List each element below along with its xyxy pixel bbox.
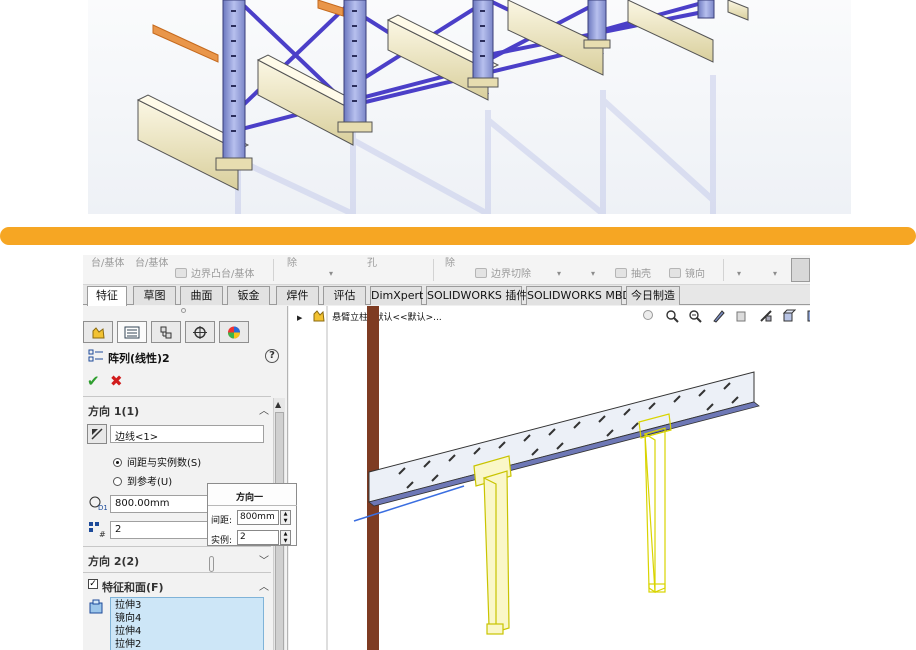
help-icon[interactable]: ?	[265, 349, 279, 363]
tab-solidworks-mbd[interactable]: SOLIDWORKS MBD	[526, 286, 631, 305]
panel-grip-handle[interactable]	[181, 308, 186, 313]
features-list-box[interactable]: 拉伸3 镜向4 拉伸4 拉伸2	[110, 597, 264, 650]
chevron-down-icon[interactable]: ▾	[737, 269, 741, 278]
tab-dimxpert-manager[interactable]	[185, 321, 215, 343]
configuration-icon	[158, 326, 174, 339]
cmd-shell[interactable]: 抽壳	[615, 265, 651, 280]
section-divider	[83, 572, 271, 573]
tab-features[interactable]: 特征	[87, 286, 127, 306]
radio-dot	[113, 477, 122, 486]
spacing-dimension-icon: D1	[87, 494, 108, 512]
tab-weldments[interactable]: 焊件	[276, 286, 319, 305]
solidworks-window: 台/基体 台/基体 边界凸台/基体 除 ▾ 孔 除 边界切除 ▾ ▾ 抽壳 镜向…	[83, 255, 810, 650]
features-faces-checkbox[interactable]: ✓	[88, 579, 98, 589]
boundary-cut-icon	[475, 268, 487, 278]
boundary-boss-icon	[175, 268, 187, 278]
cmd-boss-base-2[interactable]: 台/基体	[135, 255, 168, 269]
cmd-boundary-boss[interactable]: 边界凸台/基体	[175, 265, 254, 280]
panel-collapse-handle[interactable]	[209, 556, 214, 572]
command-tabs: 特征 草图 曲面 钣金 焊件 评估 DimXpert SOLIDWORKS 插件…	[83, 285, 810, 306]
instance-count-icon: #	[87, 520, 107, 539]
appearance-pie-icon	[226, 326, 242, 339]
cmd-mirror[interactable]: 镜向	[669, 265, 705, 280]
graphics-viewport[interactable]: ▶ 悬臂立柱 (默认<<默认>...	[289, 306, 810, 650]
radio-dot-selected	[113, 458, 122, 467]
rack-render-drawing	[136, 0, 749, 214]
list-item[interactable]: 拉伸3	[115, 599, 259, 612]
callout-instances-input[interactable]: 2	[237, 530, 279, 545]
direction1-edge-field[interactable]: 边线<1>	[110, 425, 264, 443]
chevron-down-icon[interactable]: ▾	[329, 269, 333, 278]
direction-reverse-button[interactable]	[87, 424, 107, 444]
chevron-up-icon[interactable]: ︿	[259, 402, 269, 417]
list-item[interactable]: 拉伸2	[115, 638, 259, 650]
radio-up-to-reference[interactable]: 到参考(U)	[113, 473, 172, 488]
chevron-up-icon[interactable]: ︿	[259, 578, 269, 593]
beam-flange	[368, 401, 760, 507]
ok-check-icon[interactable]: ✔	[87, 372, 100, 390]
mirror-icon	[669, 268, 681, 278]
radio-spacing-instances[interactable]: 间距与实例数(S)	[113, 454, 201, 469]
section-divider	[83, 396, 271, 397]
tab-evaluate[interactable]: 评估	[323, 286, 366, 305]
list-item[interactable]: 拉伸4	[115, 625, 259, 638]
feature-title: 阵列(线性)2	[108, 352, 170, 365]
tab-sketch[interactable]: 草图	[133, 286, 176, 305]
command-manager: 台/基体 台/基体 边界凸台/基体 除 ▾ 孔 除 边界切除 ▾ ▾ 抽壳 镜向…	[83, 255, 810, 285]
reverse-direction-icon	[91, 428, 103, 440]
selected-arm-near	[473, 455, 512, 635]
callout-spacing-label: 间距:	[211, 516, 233, 526]
tab-manufacturing[interactable]: 今日制造	[626, 286, 680, 305]
tab-display-manager[interactable]	[219, 321, 249, 343]
features-faces-title[interactable]: 特征和面(F)	[102, 579, 164, 595]
callout-spacing-input[interactable]: 800mm	[237, 510, 279, 525]
callout-instances-spinner[interactable]: ▲ ▼	[280, 530, 291, 545]
cmd-cut-1[interactable]: 除	[287, 255, 297, 269]
tab-sheet-metal[interactable]: 钣金	[227, 286, 270, 305]
shell-icon	[615, 268, 627, 278]
chevron-down-icon[interactable]: ▾	[557, 269, 561, 278]
scroll-up-arrow-icon[interactable]: ▲	[275, 400, 281, 409]
direction1-title[interactable]: 方向 1(1)	[88, 403, 139, 419]
list-item[interactable]: 镜向4	[115, 612, 259, 625]
callout-divider	[208, 505, 297, 506]
direction2-title[interactable]: 方向 2(2)	[88, 553, 139, 569]
pattern-callout: 方向一 间距: 800mm ▲ ▼ 实例: 2 ▲ ▼	[207, 483, 297, 546]
cancel-x-icon[interactable]: ✖	[110, 372, 123, 390]
tab-feature-manager[interactable]	[83, 321, 113, 343]
instant3d-button[interactable]	[791, 258, 810, 282]
crosshair-icon	[192, 326, 208, 339]
tab-dimxpert[interactable]: DimXpert	[370, 286, 423, 305]
model-canvas	[326, 306, 760, 650]
cmd-separator	[723, 259, 724, 281]
selected-arm-far	[638, 413, 672, 594]
svg-text:D1: D1	[98, 504, 107, 512]
chevron-down-icon[interactable]: ﹀	[259, 552, 269, 567]
callout-title: 方向一	[236, 493, 264, 503]
cmd-separator	[273, 259, 274, 281]
tab-configuration-manager[interactable]	[151, 321, 181, 343]
callout-instances-label: 实例:	[211, 536, 233, 546]
tab-solidworks-addins[interactable]: SOLIDWORKS 插件	[426, 286, 527, 305]
tab-surfaces[interactable]: 曲面	[180, 286, 223, 305]
feature-tree-icon	[90, 326, 106, 339]
property-manager-panel: 阵列(线性)2 ? ✔ ✖ 方向 1(1) ︿ 边线<1> 间距与实例数(S) …	[83, 306, 288, 650]
cmd-separator	[433, 259, 434, 281]
chevron-down-icon[interactable]: ▾	[591, 269, 595, 278]
property-list-icon	[124, 326, 140, 339]
slotted-beam	[368, 371, 755, 503]
chevron-down-icon[interactable]: ▾	[773, 269, 777, 278]
callout-spacing-spinner[interactable]: ▲ ▼	[280, 510, 291, 525]
cmd-hole[interactable]: 孔	[367, 255, 377, 269]
feature-selection-icon	[88, 599, 108, 617]
cmd-boss-base-1[interactable]: 台/基体	[91, 255, 124, 269]
section-divider	[83, 546, 271, 547]
linear-pattern-icon	[88, 349, 104, 363]
cmd-cut-2[interactable]: 除	[445, 255, 455, 269]
rack-render-image	[88, 0, 851, 214]
tab-property-manager[interactable]	[117, 321, 147, 343]
cmd-boundary-cut[interactable]: 边界切除	[475, 265, 531, 280]
orange-divider-bar	[0, 227, 916, 245]
svg-text:#: #	[99, 530, 106, 538]
